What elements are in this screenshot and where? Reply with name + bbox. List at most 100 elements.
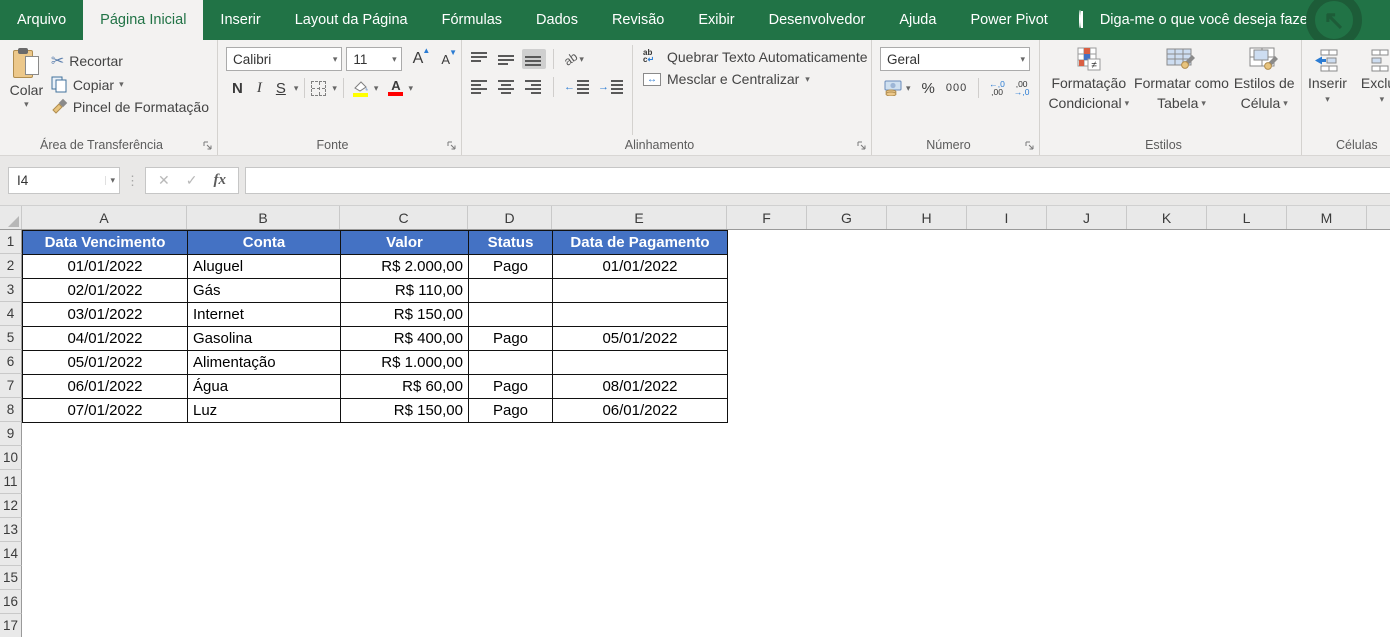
increase-font-size-button[interactable]: A▲: [406, 50, 431, 68]
column-header-b[interactable]: B: [187, 206, 340, 229]
column-header-d[interactable]: D: [468, 206, 552, 229]
table-header-cell[interactable]: Status: [469, 231, 553, 255]
row-header-1[interactable]: 1: [0, 230, 22, 254]
row-header-6[interactable]: 6: [0, 350, 22, 374]
table-cell[interactable]: R$ 2.000,00: [341, 255, 469, 279]
table-header-cell[interactable]: Conta: [188, 231, 341, 255]
row-header-13[interactable]: 13: [0, 518, 22, 542]
column-header-g[interactable]: G: [807, 206, 887, 229]
insert-cells-button[interactable]: Inserir ▾: [1308, 45, 1347, 135]
row-header-17[interactable]: 17: [0, 614, 22, 637]
tab-ajuda[interactable]: Ajuda: [882, 0, 953, 40]
align-right-button[interactable]: [522, 77, 546, 97]
cut-button[interactable]: ✂ Recortar: [47, 49, 213, 73]
tab-layout-da-pagina[interactable]: Layout da Página: [278, 0, 425, 40]
tab-exibir[interactable]: Exibir: [681, 0, 751, 40]
font-size-combo[interactable]: 11 ▾: [346, 47, 401, 71]
name-box[interactable]: I4 ▾: [8, 167, 120, 194]
align-center-button[interactable]: [495, 77, 519, 97]
column-header-i[interactable]: I: [967, 206, 1047, 229]
row-header-5[interactable]: 5: [0, 326, 22, 350]
comma-style-button[interactable]: 000: [942, 81, 971, 95]
alignment-dialog-launcher[interactable]: [857, 141, 867, 151]
table-cell[interactable]: Pago: [469, 375, 553, 399]
row-header-10[interactable]: 10: [0, 446, 22, 470]
table-cell[interactable]: R$ 60,00: [341, 375, 469, 399]
fill-color-button[interactable]: [350, 80, 372, 97]
select-all-corner[interactable]: [0, 206, 22, 229]
borders-button[interactable]: [311, 81, 326, 96]
formula-bar-resize-handle[interactable]: ⋮: [126, 173, 139, 189]
underline-button[interactable]: S: [270, 79, 292, 98]
column-header-a[interactable]: A: [22, 206, 187, 229]
table-cell[interactable]: Pago: [469, 255, 553, 279]
accounting-format-button[interactable]: ▾: [880, 79, 915, 97]
table-cell[interactable]: [469, 351, 553, 375]
font-dialog-launcher[interactable]: [447, 141, 457, 151]
tab-inserir[interactable]: Inserir: [203, 0, 277, 40]
paste-button[interactable]: Colar ▾: [6, 45, 47, 135]
clipboard-dialog-launcher[interactable]: [203, 141, 213, 151]
table-cell[interactable]: 04/01/2022: [23, 327, 188, 351]
tab-arquivo[interactable]: Arquivo: [0, 0, 83, 40]
table-header-cell[interactable]: Data de Pagamento: [553, 231, 728, 255]
row-header-2[interactable]: 2: [0, 254, 22, 278]
decrease-indent-button[interactable]: ←: [561, 77, 592, 97]
conditional-formatting-button[interactable]: ≠ Formatação Condicional▾: [1048, 45, 1129, 135]
delete-cells-button[interactable]: Excluir ▾: [1361, 45, 1390, 135]
column-header-k[interactable]: K: [1127, 206, 1207, 229]
table-cell[interactable]: Pago: [469, 327, 553, 351]
table-cell[interactable]: Aluguel: [188, 255, 341, 279]
align-top-button[interactable]: [468, 49, 492, 69]
tab-dados[interactable]: Dados: [519, 0, 595, 40]
tab-formulas[interactable]: Fórmulas: [425, 0, 519, 40]
increase-decimal-button[interactable]: ←,0 ,00: [986, 79, 1008, 97]
number-dialog-launcher[interactable]: [1025, 141, 1035, 151]
formula-input[interactable]: [245, 167, 1390, 194]
tab-revisao[interactable]: Revisão: [595, 0, 681, 40]
align-bottom-button[interactable]: [522, 49, 546, 69]
confirm-entry-button[interactable]: ✓: [186, 172, 198, 189]
table-cell[interactable]: 01/01/2022: [553, 255, 728, 279]
cell-styles-button[interactable]: Estilos de Célula▾: [1234, 45, 1295, 135]
table-cell[interactable]: Água: [188, 375, 341, 399]
row-header-14[interactable]: 14: [0, 542, 22, 566]
cancel-entry-button[interactable]: ✕: [158, 172, 170, 189]
number-format-combo[interactable]: Geral ▾: [880, 47, 1030, 71]
sheet-canvas[interactable]: Data VencimentoContaValorStatusData de P…: [22, 230, 1390, 637]
column-header-l[interactable]: L: [1207, 206, 1287, 229]
font-color-dropdown-icon[interactable]: ▾: [408, 84, 413, 93]
table-cell[interactable]: R$ 150,00: [341, 303, 469, 327]
table-cell[interactable]: 06/01/2022: [23, 375, 188, 399]
orientation-button[interactable]: ab ▾: [561, 49, 587, 69]
table-cell[interactable]: 05/01/2022: [23, 351, 188, 375]
merge-center-button[interactable]: ↔ Mesclar e Centralizar ▾: [643, 71, 868, 87]
row-header-4[interactable]: 4: [0, 302, 22, 326]
row-header-9[interactable]: 9: [0, 422, 22, 446]
table-cell[interactable]: 01/01/2022: [23, 255, 188, 279]
format-as-table-button[interactable]: Formatar como Tabela▾: [1134, 45, 1229, 135]
row-header-7[interactable]: 7: [0, 374, 22, 398]
table-cell[interactable]: 07/01/2022: [23, 399, 188, 423]
percent-style-button[interactable]: %: [918, 79, 939, 98]
underline-dropdown-icon[interactable]: ▾: [294, 84, 299, 93]
decrease-decimal-button[interactable]: ,00 →,0: [1011, 79, 1033, 97]
table-cell[interactable]: R$ 1.000,00: [341, 351, 469, 375]
tell-me-search[interactable]: Diga-me o que você deseja fazer: [1065, 0, 1327, 40]
table-cell[interactable]: Luz: [188, 399, 341, 423]
table-cell[interactable]: 03/01/2022: [23, 303, 188, 327]
table-cell[interactable]: Gás: [188, 279, 341, 303]
format-painter-button[interactable]: Pincel de Formatação: [47, 96, 213, 117]
table-cell[interactable]: Gasolina: [188, 327, 341, 351]
row-header-8[interactable]: 8: [0, 398, 22, 422]
row-header-15[interactable]: 15: [0, 566, 22, 590]
table-cell[interactable]: Pago: [469, 399, 553, 423]
row-header-3[interactable]: 3: [0, 278, 22, 302]
column-header-c[interactable]: C: [340, 206, 468, 229]
table-cell[interactable]: R$ 110,00: [341, 279, 469, 303]
column-header-h[interactable]: H: [887, 206, 967, 229]
table-cell[interactable]: R$ 150,00: [341, 399, 469, 423]
column-header-f[interactable]: F: [727, 206, 807, 229]
table-cell[interactable]: Internet: [188, 303, 341, 327]
table-cell[interactable]: 06/01/2022: [553, 399, 728, 423]
